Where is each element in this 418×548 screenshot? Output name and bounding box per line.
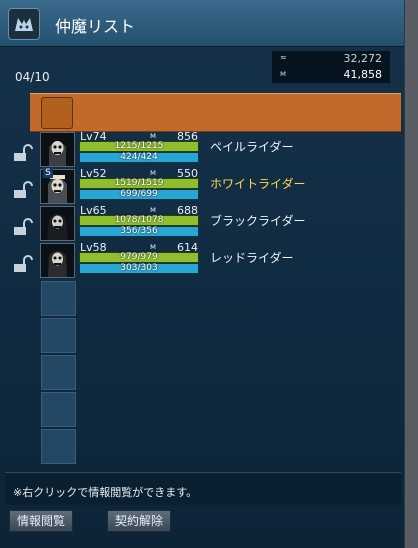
window-title: 仲魔リスト [55, 17, 136, 36]
help-bar: ※右クリックで情報閲覧ができます。 [5, 472, 401, 505]
demon-row[interactable]: S Lv52 ᴍ 550 1519/1519 699/699 ホワイトライダー [0, 167, 404, 206]
empty-demon-slot[interactable] [41, 281, 76, 316]
title-bar[interactable]: 仲魔リスト [0, 0, 404, 47]
coin-value: 32,272 [343, 52, 383, 65]
info-view-button[interactable]: 情報閲覧 [9, 510, 74, 532]
empty-demon-slot[interactable] [41, 392, 76, 427]
mp-text: 424/424 [120, 152, 158, 162]
hp-text: 979/979 [120, 252, 158, 262]
demon-name: レッドライダー [210, 251, 294, 265]
lock-icon[interactable] [11, 143, 33, 161]
magnetite-icon: ᴍ [280, 69, 286, 78]
demon-row[interactable]: Lv58 ᴍ 614 979/979 303/303 レッドライダー [0, 241, 404, 280]
demon-name: ホワイトライダー [210, 177, 306, 191]
coin-display: ≈ 32,272 [272, 51, 390, 67]
help-text: ※右クリックで情報閲覧ができます。 [13, 486, 198, 499]
window-menu-icon[interactable] [8, 8, 40, 40]
hp-bar: 979/979 [79, 252, 199, 263]
mp-text: 303/303 [120, 263, 158, 273]
lock-icon[interactable] [11, 180, 33, 198]
summoned-badge: S [43, 168, 53, 178]
demon-list-window: 仲魔リスト ≈ 32,272 ᴍ 41,858 04/10 Lv74 ᴍ 856… [0, 0, 405, 548]
lock-icon[interactable] [11, 254, 33, 272]
hp-text: 1519/1519 [114, 178, 164, 188]
coin-icon: ≈ [280, 53, 287, 62]
demon-portrait[interactable] [40, 243, 75, 278]
demon-name: ペイルライダー [210, 140, 294, 154]
demon-row[interactable]: Lv74 ᴍ 856 1215/1215 424/424 ペイルライダー [0, 130, 404, 169]
demon-portrait[interactable] [40, 132, 75, 167]
demon-row[interactable]: Lv65 ᴍ 688 1078/1078 356/356 ブラックライダー [0, 204, 404, 243]
magnetite-display: ᴍ 41,858 [272, 67, 390, 83]
hp-text: 1215/1215 [114, 141, 164, 151]
contract-cancel-button[interactable]: 契約解除 [107, 510, 172, 532]
hp-text: 1078/1078 [114, 215, 164, 225]
empty-demon-slot[interactable] [41, 318, 76, 353]
selected-slot[interactable] [41, 97, 73, 129]
hp-bar: 1215/1215 [79, 141, 199, 152]
lock-icon[interactable] [11, 217, 33, 235]
empty-demon-slot[interactable] [41, 429, 76, 464]
mp-text: 356/356 [120, 226, 158, 236]
mp-bar: 303/303 [79, 263, 199, 274]
mp-bar: 699/699 [79, 189, 199, 200]
demon-name: ブラックライダー [210, 214, 306, 228]
demon-portrait[interactable] [40, 206, 75, 241]
hp-bar: 1519/1519 [79, 178, 199, 189]
empty-demon-slot[interactable] [41, 355, 76, 390]
page-count: 04/10 [15, 70, 50, 84]
hp-bar: 1078/1078 [79, 215, 199, 226]
mp-text: 699/699 [120, 189, 158, 199]
mp-bar: 356/356 [79, 226, 199, 237]
magnetite-value: 41,858 [343, 68, 383, 81]
selected-slot-row[interactable] [30, 93, 401, 132]
mp-bar: 424/424 [79, 152, 199, 163]
